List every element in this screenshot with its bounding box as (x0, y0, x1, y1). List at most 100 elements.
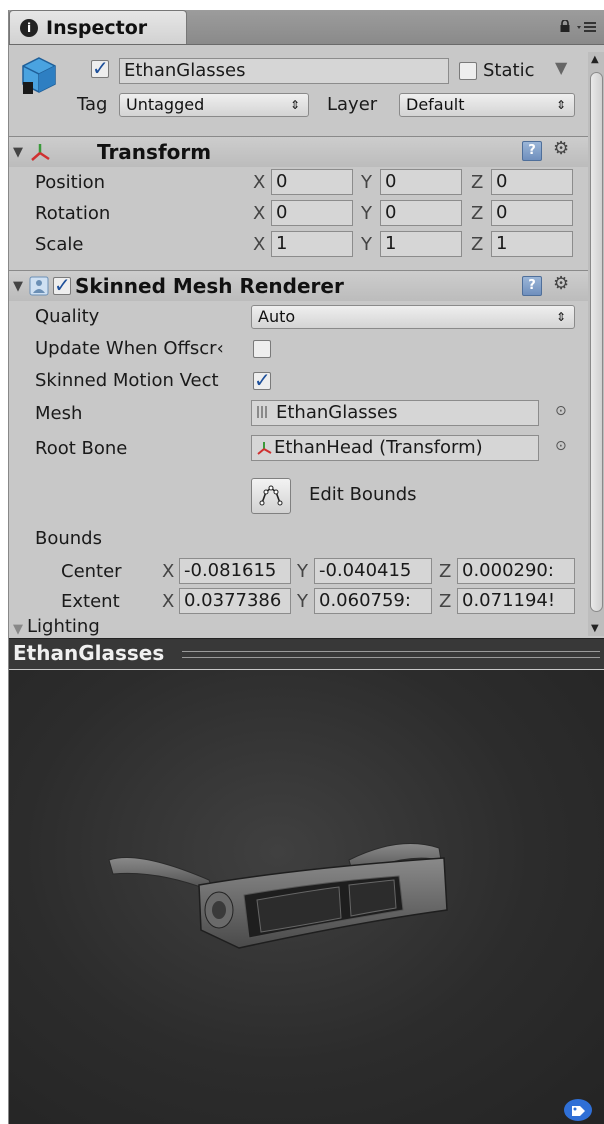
center-z-field[interactable]: 0.000290: (457, 558, 575, 584)
center-x-field[interactable]: -0.081615 (179, 558, 291, 584)
layer-label: Layer (327, 94, 378, 115)
axis-x-label: X (253, 203, 266, 224)
quality-value: Auto (258, 307, 296, 326)
object-picker-icon[interactable]: ⊙ (555, 403, 567, 419)
extent-x-field[interactable]: 0.0377386 (179, 588, 291, 614)
inspector-scrollbar[interactable]: ▲ ▼ (588, 52, 604, 636)
foldout-arrow-icon[interactable]: ▼ (13, 145, 23, 160)
motion-vectors-checkbox[interactable]: ✓ (253, 368, 271, 392)
tag-dropdown[interactable]: Untagged ⇕ (119, 93, 309, 117)
lock-icon[interactable] (559, 20, 571, 32)
mesh-field[interactable]: EthanGlasses (251, 400, 539, 426)
position-x-field[interactable]: 0 (271, 169, 353, 195)
rotation-y-field[interactable]: 0 (380, 200, 462, 226)
tag-value: Untagged (126, 95, 205, 114)
transform-icon (257, 442, 272, 455)
center-label: Center (61, 561, 122, 582)
rotation-x-field[interactable]: 0 (271, 200, 353, 226)
root-bone-field[interactable]: EthanHead (Transform) (251, 435, 539, 461)
mesh-label: Mesh (35, 403, 83, 424)
dropdown-arrow-icon: ⇕ (555, 98, 566, 112)
scroll-down-arrow-icon[interactable]: ▼ (591, 623, 599, 634)
help-icon[interactable]: ? (522, 141, 542, 161)
axis-y-label: Y (297, 561, 308, 582)
foldout-arrow-icon[interactable]: ▼ (13, 279, 23, 294)
preview-header[interactable]: EthanGlasses (9, 638, 604, 669)
extent-z-field[interactable]: 0.071194! (457, 588, 575, 614)
static-checkbox[interactable] (459, 62, 477, 80)
extent-y-field[interactable]: 0.060759: (314, 588, 432, 614)
scale-label: Scale (35, 234, 84, 255)
rotation-label: Rotation (35, 203, 111, 224)
layer-value: Default (406, 95, 465, 114)
static-label: Static (483, 60, 535, 81)
axis-z-label: Z (471, 234, 484, 255)
root-bone-label: Root Bone (35, 438, 128, 459)
object-picker-icon[interactable]: ⊙ (555, 438, 567, 454)
axis-y-label: Y (361, 234, 372, 255)
preview-drag-handle[interactable] (182, 651, 600, 658)
layer-dropdown[interactable]: Default ⇕ (399, 93, 575, 117)
skinned-mesh-icon (29, 276, 49, 296)
scroll-up-arrow-icon[interactable]: ▲ (591, 54, 599, 65)
object-name-field[interactable]: EthanGlasses (119, 58, 449, 84)
scale-x-field[interactable]: 1 (271, 231, 353, 257)
check-icon: ✓ (92, 56, 109, 80)
lighting-label[interactable]: Lighting (27, 616, 100, 637)
smr-header[interactable]: ▼ ✓ Skinned Mesh Renderer ? ⚙ (9, 270, 604, 301)
bounds-label: Bounds (35, 528, 102, 549)
scale-y-field[interactable]: 1 (380, 231, 462, 257)
help-icon[interactable]: ? (522, 276, 542, 296)
smr-enabled-checkbox[interactable]: ✓ (53, 273, 71, 297)
axis-x-label: X (253, 234, 266, 255)
axis-y-label: Y (361, 203, 372, 224)
lighting-foldout-arrow-icon[interactable]: ▼ (13, 622, 23, 637)
extent-label: Extent (61, 591, 120, 612)
glasses-model (108, 843, 448, 949)
axis-y-label: Y (297, 591, 308, 612)
axis-z-label: Z (471, 203, 484, 224)
axis-x-label: X (253, 172, 266, 193)
motion-vectors-label: Skinned Motion Vect (35, 370, 219, 391)
center-y-field[interactable]: -0.040415 (314, 558, 432, 584)
axis-z-label: Z (439, 561, 452, 582)
axis-x-label: X (162, 561, 175, 582)
gear-icon[interactable]: ⚙ (553, 138, 569, 159)
tab-inspector[interactable]: i Inspector (9, 10, 187, 44)
gameobject-cube-icon (22, 57, 56, 94)
dropdown-arrow-icon: ⇕ (555, 310, 566, 324)
axis-y-label: Y (361, 172, 372, 193)
check-icon: ✓ (54, 273, 71, 297)
scroll-thumb[interactable] (590, 72, 603, 612)
axis-z-label: Z (471, 172, 484, 193)
root-bone-value: EthanHead (Transform) (274, 437, 483, 458)
quality-dropdown[interactable]: Auto ⇕ (251, 305, 575, 329)
smr-title: Skinned Mesh Renderer (75, 274, 344, 298)
app-root: i Inspector ✓ EthanGlasses Static ▼ Tag … (0, 0, 604, 1124)
position-z-field[interactable]: 0 (491, 169, 573, 195)
quality-label: Quality (35, 306, 100, 327)
transform-title: Transform (97, 140, 212, 164)
rotation-z-field[interactable]: 0 (491, 200, 573, 226)
edit-bounds-icon (259, 485, 283, 506)
gear-icon[interactable]: ⚙ (553, 273, 569, 294)
inspector-window: i Inspector ✓ EthanGlasses Static ▼ Tag … (8, 10, 604, 1124)
active-checkbox[interactable]: ✓ (91, 56, 109, 80)
position-y-field[interactable]: 0 (380, 169, 462, 195)
edit-bounds-button[interactable] (251, 478, 291, 514)
transform-icon (31, 144, 50, 161)
check-icon: ✓ (254, 368, 271, 392)
dropdown-arrow-icon: ⇕ (289, 98, 300, 112)
axis-x-label: X (162, 591, 175, 612)
preview-title: EthanGlasses (13, 641, 165, 665)
tab-label: Inspector (46, 17, 148, 39)
update-offscreen-checkbox[interactable] (253, 340, 271, 358)
info-icon: i (20, 19, 38, 37)
mesh-preview-viewport[interactable] (9, 670, 604, 1124)
asset-label-icon[interactable] (563, 1098, 593, 1122)
edit-bounds-label: Edit Bounds (309, 484, 417, 505)
panel-menu-icon[interactable] (577, 20, 597, 34)
scale-z-field[interactable]: 1 (491, 231, 573, 257)
transform-header[interactable]: ▼ Transform ? ⚙ (9, 136, 604, 167)
static-dropdown-arrow-icon[interactable]: ▼ (555, 58, 567, 77)
